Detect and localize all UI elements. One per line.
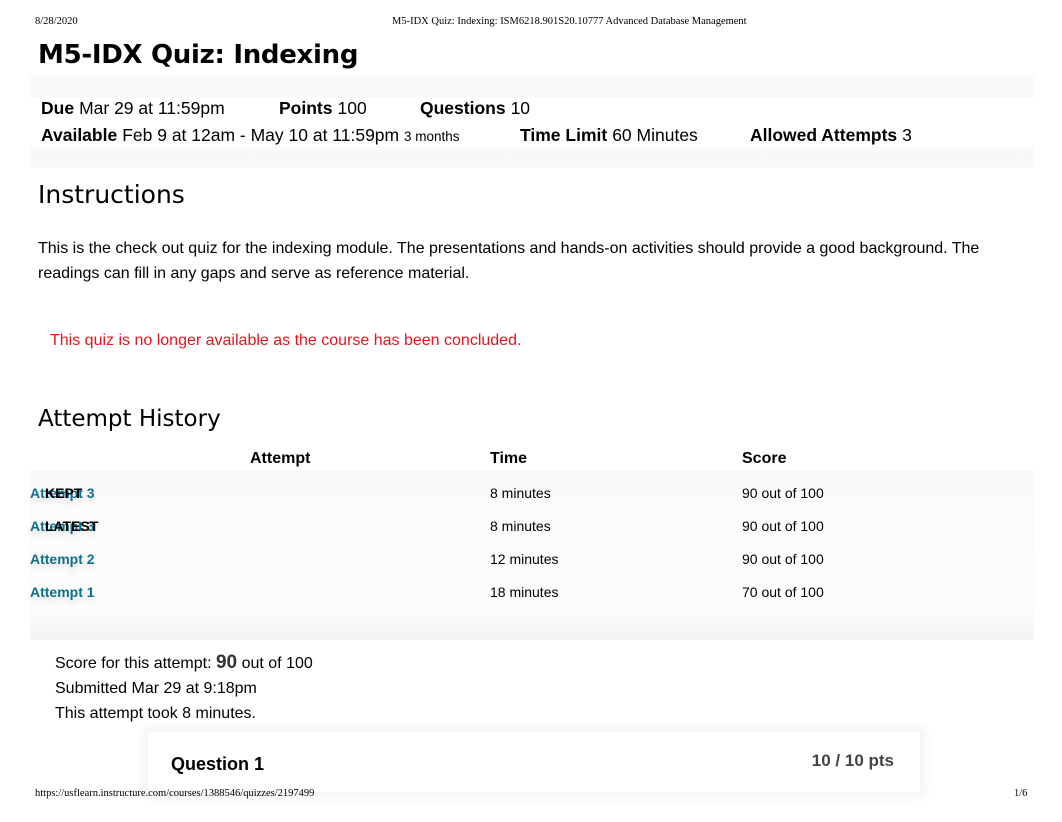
available-label: Available xyxy=(41,125,118,145)
attempt-link[interactable]: Attempt 2 xyxy=(30,551,95,567)
time-limit-value: 60 Minutes xyxy=(612,125,698,145)
allowed-attempts-value: 3 xyxy=(902,125,912,145)
questions-label: Questions xyxy=(420,98,506,118)
attempt-time: 12 minutes xyxy=(490,551,559,567)
print-footer-url: https://usflearn.instructure.com/courses… xyxy=(35,788,315,799)
points-value: 100 xyxy=(337,98,367,118)
column-header-score: Score xyxy=(742,450,787,467)
due-field: Due Mar 29 at 11:59pm xyxy=(41,98,225,119)
attempt-time: 8 minutes xyxy=(490,518,551,534)
print-page-number: 1/6 xyxy=(1014,788,1028,799)
course-concluded-notice: This quiz is no longer available as the … xyxy=(50,332,522,349)
page-title: M5-IDX Quiz: Indexing xyxy=(38,40,359,70)
instructions-text: This is the check out quiz for the index… xyxy=(38,240,980,282)
attempt-link[interactable]: Attempt 1 xyxy=(30,584,95,600)
due-label: Due xyxy=(41,98,75,118)
available-value: Feb 9 at 12am - May 10 at 11:59pm xyxy=(122,125,400,145)
allowed-attempts-field: Allowed Attempts 3 xyxy=(750,125,912,146)
question-title: Question 1 xyxy=(171,754,265,774)
column-header-time: Time xyxy=(490,450,528,467)
table-row: Attempt 1 18 minutes 70 out of 100 xyxy=(30,584,1034,617)
table-row: KEPT Attempt 3 8 minutes 90 out of 100 xyxy=(30,485,1034,518)
print-date: 8/28/2020 xyxy=(35,16,78,27)
points-label: Points xyxy=(279,98,333,118)
score-prefix: Score for this attempt: xyxy=(55,655,212,672)
time-limit-label: Time Limit xyxy=(520,125,608,145)
meta-divider-band xyxy=(30,146,1034,168)
table-row: Attempt 2 12 minutes 90 out of 100 xyxy=(30,551,1034,584)
attempt-status-label: LATEST xyxy=(45,518,99,534)
score-value: 90 xyxy=(215,652,238,673)
score-suffix: out of 100 xyxy=(241,655,313,672)
attempt-duration: This attempt took 8 minutes. xyxy=(55,705,256,722)
points-field: Points 100 xyxy=(279,98,367,119)
question-card: Question 1 10 / 10 pts xyxy=(148,732,920,792)
column-header-attempt: Attempt xyxy=(250,450,311,467)
attempt-score: 90 out of 100 xyxy=(742,518,824,534)
attempt-status-label: KEPT xyxy=(45,485,83,501)
available-field: Available Feb 9 at 12am - May 10 at 11:59… xyxy=(41,125,460,146)
table-row: LATEST Attempt 3 8 minutes 90 out of 100 xyxy=(30,518,1034,551)
allowed-attempts-label: Allowed Attempts xyxy=(750,125,898,145)
available-duration: 3 months xyxy=(404,129,460,144)
score-line: Score for this attempt: 90 out of 100 xyxy=(55,650,313,676)
attempt-score: 90 out of 100 xyxy=(742,485,824,501)
questions-value: 10 xyxy=(510,98,531,118)
instructions-heading: Instructions xyxy=(38,180,185,209)
questions-field: Questions 10 xyxy=(420,98,530,119)
attempt-score: 70 out of 100 xyxy=(742,584,824,600)
due-value: Mar 29 at 11:59pm xyxy=(79,98,225,118)
title-divider-band xyxy=(30,76,1034,98)
attempt-time: 8 minutes xyxy=(490,485,551,501)
print-header-title: M5-IDX Quiz: Indexing: ISM6218.901S20.10… xyxy=(392,16,747,27)
attempt-time: 18 minutes xyxy=(490,584,559,600)
question-points: 10 / 10 pts xyxy=(811,751,894,770)
attempt-score: 90 out of 100 xyxy=(742,551,824,567)
submitted-time: Submitted Mar 29 at 9:18pm xyxy=(55,680,257,697)
attempt-history-heading: Attempt History xyxy=(38,406,221,432)
time-limit-field: Time Limit 60 Minutes xyxy=(520,125,698,146)
attempt-summary: Score for this attempt: 90 out of 100 Su… xyxy=(55,650,313,726)
